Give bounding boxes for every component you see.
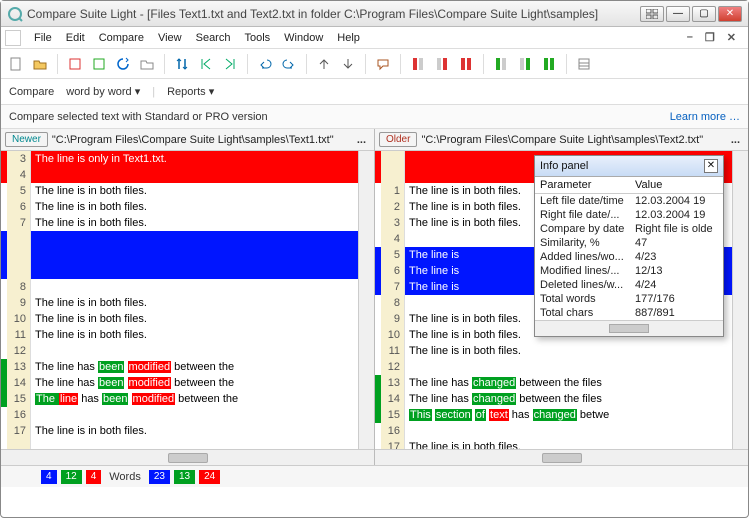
info-row: Added lines/wo...4/23	[535, 250, 723, 264]
prev-diff-button[interactable]	[313, 53, 335, 75]
info-row: Modified lines/...12/13	[535, 264, 723, 278]
compare-bar: Compare word by word ▾ | Reports ▾	[1, 79, 748, 105]
left-gutter: 34567891011121314151617	[7, 151, 31, 449]
status-added-lines: 4	[41, 470, 57, 484]
undo-button[interactable]	[254, 53, 276, 75]
merge-right-green[interactable]	[514, 53, 536, 75]
info-row: Compare by dateRight file is olde	[535, 222, 723, 236]
info-row: Total words177/176	[535, 292, 723, 306]
document-icon	[5, 30, 21, 46]
right-file-path: "C:\Program Files\Compare Suite Light\sa…	[421, 134, 726, 146]
status-bar: 4 12 4 Words 23 13 24	[1, 465, 748, 487]
menu-search[interactable]: Search	[189, 30, 238, 46]
left-editor[interactable]: The line is only in Text1.txt.The line i…	[31, 151, 358, 449]
menu-compare[interactable]: Compare	[92, 30, 151, 46]
compare-refresh-button[interactable]	[112, 53, 134, 75]
status-modified-lines: 12	[61, 470, 82, 484]
promo-text: Compare selected text with Standard or P…	[9, 111, 268, 123]
info-panel-title: Info panel	[540, 160, 588, 172]
left-file-path: "C:\Program Files\Compare Suite Light\sa…	[52, 134, 353, 146]
left-vertical-scrollbar[interactable]	[358, 151, 374, 449]
merge-left-red[interactable]	[407, 53, 429, 75]
status-words-label: Words	[105, 471, 145, 483]
title-bar: Compare Suite Light - [Files Text1.txt a…	[1, 1, 748, 27]
right-pane: Older "C:\Program Files\Compare Suite Li…	[375, 129, 748, 465]
settings-button[interactable]	[573, 53, 595, 75]
right-gutter: 1234567891011121314151617	[381, 151, 405, 449]
compare-mode-dropdown[interactable]: word by word ▾	[62, 83, 144, 100]
compare-green-button[interactable]	[88, 53, 110, 75]
right-vertical-scrollbar[interactable]	[732, 151, 748, 449]
close-button[interactable]: ✕	[718, 6, 742, 22]
learn-more-link[interactable]: Learn more …	[670, 111, 740, 123]
status-added-words: 23	[149, 470, 170, 484]
promo-bar: Compare selected text with Standard or P…	[1, 105, 748, 129]
info-row: Similarity, %47	[535, 236, 723, 250]
menu-window[interactable]: Window	[277, 30, 330, 46]
merge-left-green[interactable]	[490, 53, 512, 75]
comment-button[interactable]	[372, 53, 394, 75]
next-diff-button[interactable]	[337, 53, 359, 75]
info-panel: Info panel✕ ParameterValue Left file dat…	[534, 155, 724, 337]
merge-right-red[interactable]	[431, 53, 453, 75]
menu-help[interactable]: Help	[330, 30, 367, 46]
open-button[interactable]	[29, 53, 51, 75]
merge-both-green[interactable]	[538, 53, 560, 75]
left-pane: Newer "C:\Program Files\Compare Suite Li…	[1, 129, 375, 465]
app-icon	[7, 6, 23, 22]
menu-edit[interactable]: Edit	[59, 30, 92, 46]
info-row: Left file date/time12.03.2004 19	[535, 194, 723, 208]
mdi-minimize[interactable]: –	[683, 31, 697, 44]
toolbar	[1, 49, 748, 79]
mdi-restore[interactable]: ❐	[701, 31, 719, 44]
redo-button[interactable]	[278, 53, 300, 75]
minimize-button[interactable]: —	[666, 6, 690, 22]
maximize-button[interactable]: ▢	[692, 6, 716, 22]
menu-bar: File Edit Compare View Search Tools Wind…	[1, 27, 748, 49]
right-browse-button[interactable]: ...	[727, 134, 744, 146]
new-button[interactable]	[5, 53, 27, 75]
menu-view[interactable]: View	[151, 30, 189, 46]
reports-dropdown[interactable]: Reports ▾	[163, 83, 218, 100]
info-row: Total chars887/891	[535, 306, 723, 320]
nav-first-button[interactable]	[195, 53, 217, 75]
left-browse-button[interactable]: ...	[353, 134, 370, 146]
info-panel-scrollbar[interactable]	[535, 320, 723, 336]
folder-compare-button[interactable]	[136, 53, 158, 75]
merge-both-red[interactable]	[455, 53, 477, 75]
right-pane-label: Older	[379, 132, 417, 147]
mdi-close[interactable]: ✕	[723, 31, 740, 44]
info-row: Right file date/...12.03.2004 19	[535, 208, 723, 222]
left-pane-label: Newer	[5, 132, 48, 147]
menu-file[interactable]: File	[27, 30, 59, 46]
menu-tools[interactable]: Tools	[237, 30, 277, 46]
compare-action[interactable]: Compare	[9, 86, 54, 98]
right-horizontal-scrollbar[interactable]	[375, 449, 748, 465]
compare-red-button[interactable]	[64, 53, 86, 75]
layout-grid-button[interactable]	[640, 6, 664, 22]
left-horizontal-scrollbar[interactable]	[1, 449, 374, 465]
info-row: Deleted lines/w...4/24	[535, 278, 723, 292]
status-modified-words: 13	[174, 470, 195, 484]
nav-last-button[interactable]	[219, 53, 241, 75]
sync-scroll-button[interactable]	[171, 53, 193, 75]
window-title: Compare Suite Light - [Files Text1.txt a…	[27, 7, 640, 21]
info-panel-close[interactable]: ✕	[704, 159, 718, 173]
status-deleted-words: 24	[199, 470, 220, 484]
status-deleted-lines: 4	[86, 470, 102, 484]
